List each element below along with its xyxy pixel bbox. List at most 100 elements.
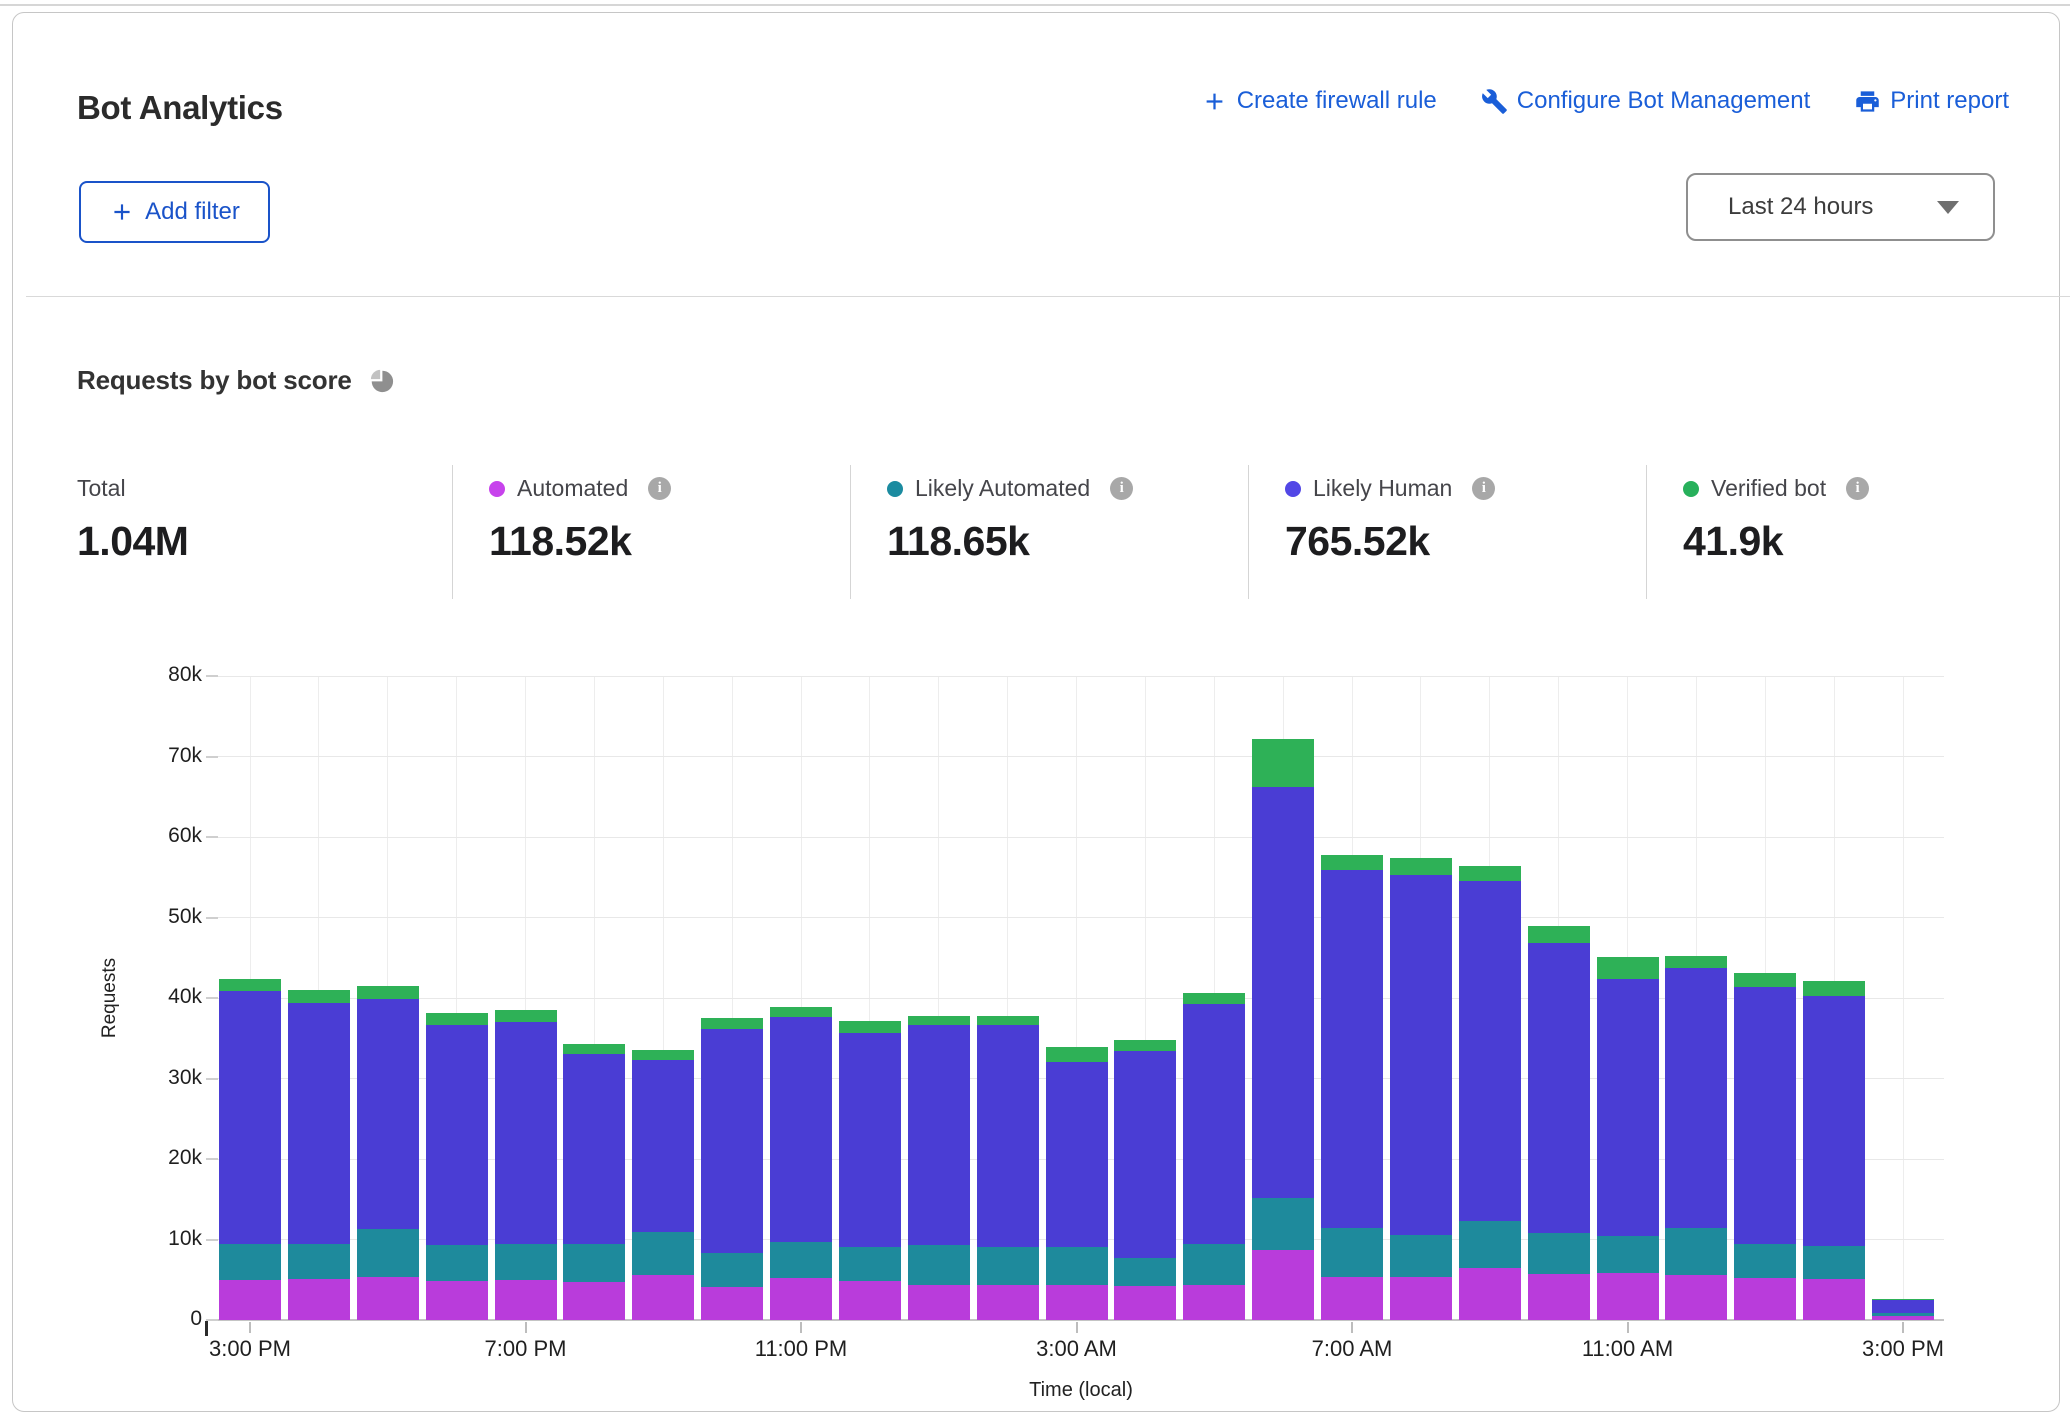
bar-segment-likely-automated[interactable] (1597, 1236, 1659, 1273)
bar-segment-verified-bot[interactable] (426, 1013, 488, 1024)
bar-segment-likely-human[interactable] (1459, 881, 1521, 1221)
add-filter-button[interactable]: Add filter (79, 181, 270, 243)
bar-segment-likely-automated[interactable] (1114, 1258, 1176, 1286)
bar-segment-verified-bot[interactable] (1803, 981, 1865, 996)
bar-segment-automated[interactable] (1734, 1278, 1796, 1320)
bar-segment-verified-bot[interactable] (1114, 1040, 1176, 1051)
bar-segment-automated[interactable] (977, 1285, 1039, 1320)
bar-segment-likely-automated[interactable] (1665, 1228, 1727, 1275)
bar-segment-likely-human[interactable] (495, 1022, 557, 1244)
bar-segment-verified-bot[interactable] (1252, 739, 1314, 787)
bar-segment-likely-human[interactable] (563, 1054, 625, 1244)
bar-segment-likely-automated[interactable] (1734, 1244, 1796, 1279)
bar-segment-verified-bot[interactable] (1665, 956, 1727, 968)
bar-segment-verified-bot[interactable] (1528, 926, 1590, 943)
bar-segment-automated[interactable] (770, 1278, 832, 1320)
bar-segment-likely-human[interactable] (977, 1025, 1039, 1246)
bar-segment-likely-human[interactable] (908, 1025, 970, 1246)
bar-segment-verified-bot[interactable] (1597, 957, 1659, 980)
print-report-link[interactable]: Print report (1854, 87, 2009, 115)
bar-segment-verified-bot[interactable] (770, 1007, 832, 1017)
bar-segment-likely-automated[interactable] (426, 1245, 488, 1281)
bar-segment-verified-bot[interactable] (1872, 1299, 1934, 1300)
bar-segment-automated[interactable] (1114, 1286, 1176, 1320)
bar-segment-likely-automated[interactable] (1183, 1244, 1245, 1285)
bar-segment-verified-bot[interactable] (632, 1050, 694, 1060)
bar-segment-likely-human[interactable] (1597, 979, 1659, 1236)
bar-segment-automated[interactable] (1803, 1279, 1865, 1320)
bar-segment-likely-human[interactable] (1390, 875, 1452, 1236)
info-icon[interactable]: i (1472, 477, 1495, 500)
bar-segment-likely-automated[interactable] (1046, 1247, 1108, 1286)
bar-segment-likely-automated[interactable] (495, 1244, 557, 1279)
bar-segment-likely-automated[interactable] (1459, 1221, 1521, 1268)
bar-segment-likely-human[interactable] (1046, 1062, 1108, 1247)
configure-bot-management-link[interactable]: Configure Bot Management (1481, 87, 1811, 115)
bar-segment-verified-bot[interactable] (1390, 858, 1452, 875)
bar-segment-likely-human[interactable] (701, 1029, 763, 1254)
bar-segment-likely-human[interactable] (426, 1025, 488, 1246)
bar-segment-likely-automated[interactable] (1321, 1228, 1383, 1277)
bar-segment-likely-automated[interactable] (563, 1244, 625, 1282)
create-firewall-rule-link[interactable]: Create firewall rule (1201, 87, 1437, 115)
info-icon[interactable]: i (648, 477, 671, 500)
bar-segment-automated[interactable] (563, 1282, 625, 1320)
bar-segment-automated[interactable] (1252, 1250, 1314, 1320)
bar-segment-likely-automated[interactable] (839, 1247, 901, 1282)
bar-segment-verified-bot[interactable] (977, 1016, 1039, 1026)
time-range-select[interactable]: Last 24 hours (1686, 173, 1995, 241)
bar-segment-likely-human[interactable] (1734, 987, 1796, 1244)
bar-segment-likely-human[interactable] (1528, 943, 1590, 1233)
bar-segment-likely-automated[interactable] (219, 1244, 281, 1279)
bar-segment-likely-automated[interactable] (357, 1229, 419, 1277)
bar-segment-verified-bot[interactable] (219, 979, 281, 990)
bar-segment-verified-bot[interactable] (1046, 1047, 1108, 1061)
bar-segment-automated[interactable] (1321, 1277, 1383, 1320)
bar-segment-likely-human[interactable] (1665, 968, 1727, 1228)
bar-segment-automated[interactable] (1459, 1268, 1521, 1320)
bar-segment-automated[interactable] (1046, 1285, 1108, 1320)
bar-segment-automated[interactable] (426, 1281, 488, 1320)
bar-segment-verified-bot[interactable] (1459, 866, 1521, 881)
bar-segment-likely-automated[interactable] (632, 1232, 694, 1275)
bar-segment-automated[interactable] (495, 1280, 557, 1320)
bar-segment-likely-automated[interactable] (1252, 1198, 1314, 1250)
bar-segment-likely-human[interactable] (839, 1033, 901, 1247)
bar-segment-verified-bot[interactable] (1183, 993, 1245, 1003)
bar-segment-verified-bot[interactable] (1734, 973, 1796, 987)
bar-segment-automated[interactable] (1872, 1316, 1934, 1320)
bar-segment-verified-bot[interactable] (701, 1018, 763, 1028)
info-icon[interactable]: i (1110, 477, 1133, 500)
bar-segment-verified-bot[interactable] (1321, 855, 1383, 870)
bar-segment-automated[interactable] (219, 1280, 281, 1320)
bar-segment-likely-automated[interactable] (1872, 1313, 1934, 1316)
bar-segment-likely-automated[interactable] (1803, 1246, 1865, 1279)
bar-segment-likely-human[interactable] (288, 1003, 350, 1244)
bar-segment-likely-human[interactable] (1872, 1300, 1934, 1313)
bar-segment-likely-automated[interactable] (977, 1247, 1039, 1285)
info-icon[interactable]: i (1846, 477, 1869, 500)
bar-segment-automated[interactable] (1183, 1285, 1245, 1320)
bar-segment-automated[interactable] (908, 1285, 970, 1320)
bar-segment-verified-bot[interactable] (563, 1044, 625, 1054)
bar-segment-automated[interactable] (839, 1281, 901, 1320)
bar-segment-automated[interactable] (632, 1275, 694, 1320)
bar-segment-automated[interactable] (288, 1279, 350, 1320)
bar-segment-likely-human[interactable] (1803, 996, 1865, 1246)
bar-segment-automated[interactable] (1528, 1274, 1590, 1320)
bar-segment-automated[interactable] (1597, 1273, 1659, 1320)
bar-segment-likely-human[interactable] (632, 1060, 694, 1232)
bar-segment-likely-automated[interactable] (701, 1253, 763, 1287)
bar-segment-likely-human[interactable] (1114, 1051, 1176, 1258)
bar-segment-likely-automated[interactable] (288, 1244, 350, 1279)
bar-segment-verified-bot[interactable] (495, 1010, 557, 1022)
bar-segment-automated[interactable] (1390, 1277, 1452, 1320)
bar-segment-likely-automated[interactable] (1390, 1235, 1452, 1276)
bar-segment-automated[interactable] (701, 1287, 763, 1320)
bar-segment-likely-human[interactable] (219, 991, 281, 1245)
bar-segment-likely-automated[interactable] (1528, 1233, 1590, 1274)
bar-segment-likely-automated[interactable] (770, 1242, 832, 1278)
bar-segment-verified-bot[interactable] (908, 1016, 970, 1025)
bar-segment-automated[interactable] (1665, 1275, 1727, 1320)
bar-segment-likely-human[interactable] (770, 1017, 832, 1242)
